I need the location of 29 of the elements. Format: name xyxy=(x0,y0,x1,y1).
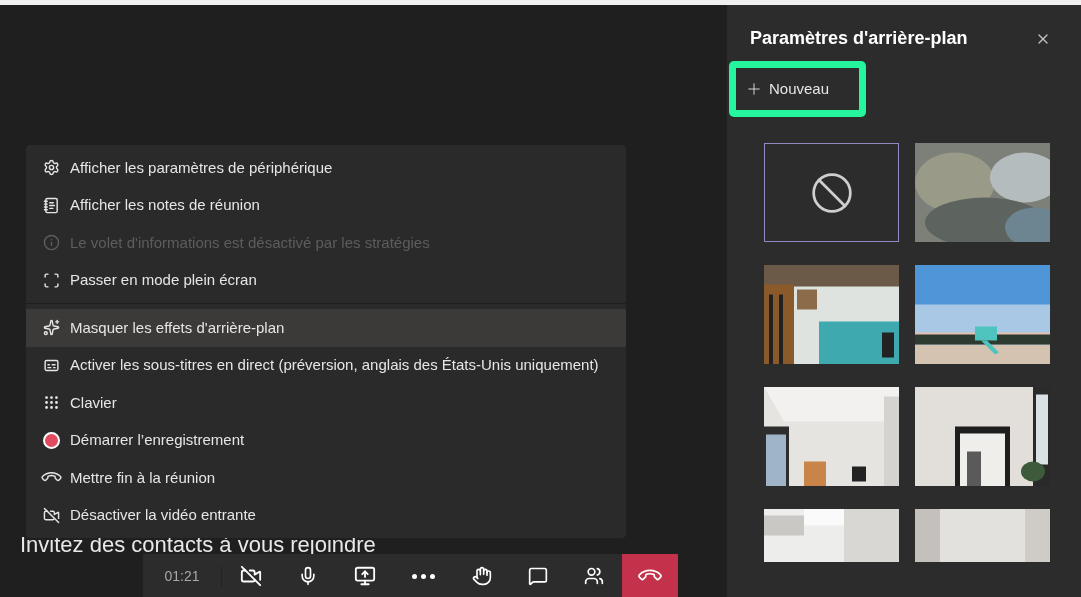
menu-item[interactable]: Afficher les notes de réunion xyxy=(26,186,626,224)
new-button[interactable]: Nouveau xyxy=(736,68,859,110)
plus-icon xyxy=(745,80,763,98)
call-timer: 01:21 xyxy=(143,565,222,587)
menu-item[interactable]: Afficher les paramètres de périphérique xyxy=(26,149,626,187)
record-icon xyxy=(43,431,60,449)
gear-icon xyxy=(43,159,60,177)
menu-item[interactable]: Masquer les effets d'arrière-plan xyxy=(26,309,626,347)
menu-item[interactable]: Clavier xyxy=(26,384,626,422)
menu-item[interactable]: Démarrer l’enregistrement xyxy=(26,421,626,459)
menu-item[interactable]: Activer les sous-titres en direct (préversion, anglais des États-Unis uniquement) xyxy=(26,346,626,384)
no-background-icon xyxy=(809,170,854,215)
people-icon xyxy=(583,566,604,586)
menu-item[interactable]: Mettre fin à la réunion xyxy=(26,459,626,497)
menu-item[interactable]: Passer en mode plein écran xyxy=(26,261,626,299)
ellipsis-icon xyxy=(412,573,436,579)
notepad-icon xyxy=(43,196,60,214)
keypad-icon xyxy=(43,394,60,412)
fullscreen-icon xyxy=(43,271,60,289)
share-screen-icon xyxy=(354,565,377,587)
panel-title: Paramètres d'arrière-plan xyxy=(750,27,968,50)
video-off-icon xyxy=(43,506,60,524)
chat-icon xyxy=(527,566,548,586)
video-off-icon xyxy=(240,565,263,587)
menu-item[interactable]: Désactiver la vidéo entrante xyxy=(26,496,626,534)
info-icon xyxy=(43,234,60,252)
hang-up-button[interactable] xyxy=(622,554,678,597)
sparkles-icon xyxy=(43,319,60,337)
hand-icon xyxy=(471,566,492,586)
